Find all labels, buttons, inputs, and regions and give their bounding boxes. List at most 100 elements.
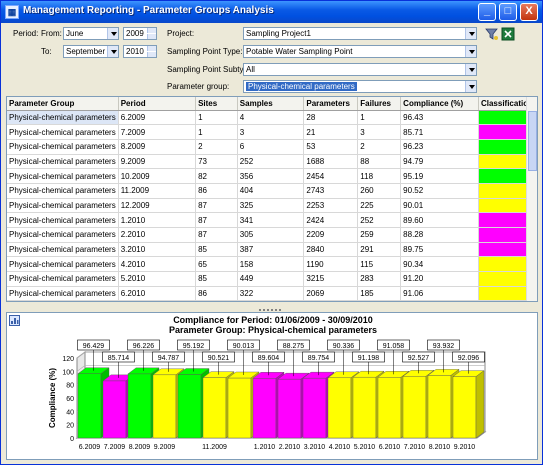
grid-vertical-scrollbar[interactable] (526, 97, 537, 301)
table-row[interactable]: Physical-chemical parameters 2.2010 87 305 2… (7, 227, 537, 243)
table-cell[interactable]: 90.52 (400, 183, 479, 199)
table-cell[interactable]: 2454 (303, 168, 359, 184)
table-cell[interactable]: Physical-chemical parameters (7, 256, 119, 273)
table-cell[interactable]: Physical-chemical parameters (7, 110, 119, 126)
table-cell[interactable]: 3.2010 (118, 242, 197, 258)
table-row[interactable]: Physical-chemical parameters 6.2010 86 322 2… (7, 286, 537, 301)
table-cell[interactable]: 21 (303, 124, 359, 140)
table-cell[interactable]: 1 (357, 110, 402, 126)
table-row[interactable]: Physical-chemical parameters 12.2009 87 325… (7, 198, 537, 214)
col-header-compliance[interactable]: Compliance (%) (400, 97, 479, 111)
table-row[interactable]: Physical-chemical parameters 11.2009 86 404… (7, 183, 537, 199)
table-cell[interactable]: 170 (357, 300, 402, 301)
table-cell[interactable]: Physical-chemical parameters (7, 168, 119, 184)
table-cell[interactable]: 12.2009 (118, 198, 197, 214)
table-cell[interactable]: 87 (195, 198, 238, 214)
table-cell[interactable]: 259 (357, 227, 402, 243)
table-cell[interactable]: 6.2010 (118, 286, 197, 301)
sampling-point-subtype-select[interactable]: All (243, 63, 477, 76)
table-cell[interactable]: 356 (237, 168, 305, 184)
table-cell[interactable]: Physical-chemical parameters (7, 154, 119, 170)
table-cell[interactable]: Physical-chemical parameters (7, 242, 119, 258)
table-cell[interactable]: Physical-chemical parameters (7, 139, 119, 155)
table-cell[interactable]: 91.06 (400, 286, 479, 301)
table-cell[interactable]: 9.2009 (118, 154, 197, 170)
table-cell[interactable]: 185 (357, 286, 402, 301)
table-cell[interactable]: 11.2009 (118, 183, 197, 199)
table-cell[interactable]: 89.60 (400, 212, 479, 228)
table-row[interactable]: Physical-chemical parameters 4.2010 65 158 1… (7, 256, 537, 273)
table-cell[interactable]: 96.43 (400, 110, 479, 126)
table-cell[interactable]: 3 (357, 124, 402, 140)
table-cell[interactable]: 89.75 (400, 242, 479, 258)
chevron-down-icon[interactable] (465, 46, 476, 57)
chevron-down-icon[interactable] (107, 46, 118, 57)
table-cell[interactable]: 88.28 (400, 227, 479, 243)
table-cell[interactable]: 291 (357, 242, 402, 258)
table-cell[interactable]: 260 (357, 183, 402, 199)
table-cell[interactable]: 252 (357, 212, 402, 228)
table-cell[interactable]: 6 (237, 139, 305, 155)
table-cell[interactable]: 10.2009 (118, 168, 197, 184)
table-cell[interactable]: 53 (303, 139, 359, 155)
table-cell[interactable]: 2275 (303, 300, 359, 301)
table-cell[interactable]: 7.2009 (118, 124, 197, 140)
to-year-spinner[interactable]: 2010 (123, 45, 157, 58)
pane-splitter[interactable] (1, 305, 542, 311)
table-cell[interactable]: 90.34 (400, 256, 479, 273)
table-cell[interactable]: 3 (237, 124, 305, 140)
table-cell[interactable]: Physical-chemical parameters (7, 124, 119, 140)
project-select[interactable]: Sampling Project1 (243, 27, 477, 40)
chevron-down-icon[interactable] (465, 81, 476, 92)
spin-down-icon[interactable] (147, 34, 156, 39)
table-cell[interactable]: 2 (195, 139, 238, 155)
table-cell[interactable]: 283 (357, 271, 402, 287)
table-cell[interactable]: 1190 (303, 256, 359, 273)
table-cell[interactable]: 1 (195, 124, 238, 140)
table-cell[interactable]: 118 (357, 168, 402, 184)
table-cell[interactable]: 6.2009 (118, 110, 197, 126)
table-cell[interactable]: 2.2010 (118, 227, 197, 243)
table-cell[interactable]: 85 (195, 242, 238, 258)
excel-icon[interactable] (501, 27, 515, 41)
funnel-icon[interactable] (485, 27, 499, 41)
table-cell[interactable]: Physical-chemical parameters (7, 212, 119, 228)
table-cell[interactable]: 252 (237, 154, 305, 170)
table-row[interactable]: Physical-chemical parameters 5.2010 85 449 3… (7, 271, 537, 287)
parameter-group-select[interactable]: Physical-chemical parameters (243, 80, 477, 93)
table-cell[interactable]: 449 (237, 271, 305, 287)
table-cell[interactable]: 95.19 (400, 168, 479, 184)
table-cell[interactable]: 2840 (303, 242, 359, 258)
col-header-period[interactable]: Period (118, 97, 197, 111)
table-cell[interactable]: 341 (237, 212, 305, 228)
table-cell[interactable]: 158 (237, 256, 305, 273)
table-cell[interactable]: 94.79 (400, 154, 479, 170)
table-cell[interactable]: 387 (237, 242, 305, 258)
table-row[interactable]: Physical-chemical parameters 7.2009 1 3 21 3 8… (7, 124, 537, 140)
table-cell[interactable]: Physical-chemical parameters (7, 286, 119, 301)
table-cell[interactable]: 5.2010 (118, 271, 197, 287)
table-cell[interactable]: Physical-chemical parameters (7, 183, 119, 199)
table-cell[interactable]: 8.2009 (118, 139, 197, 155)
minimize-button[interactable]: _ (478, 3, 496, 21)
table-cell[interactable]: 88 (357, 154, 402, 170)
table-cell[interactable]: 92.53 (400, 300, 479, 301)
table-cell[interactable]: 87 (195, 227, 238, 243)
table-cell[interactable]: 3215 (303, 271, 359, 287)
table-cell[interactable]: 325 (237, 300, 305, 301)
table-cell[interactable]: 4.2010 (118, 256, 197, 273)
col-header-sites[interactable]: Sites (195, 97, 238, 111)
table-row[interactable]: Physical-chemical parameters 6.2009 1 4 28 1 9… (7, 110, 537, 126)
col-header-parameters[interactable]: Parameters (303, 97, 359, 111)
table-cell[interactable]: 404 (237, 183, 305, 199)
spin-down-icon[interactable] (147, 52, 156, 57)
from-month-select[interactable]: June (63, 27, 119, 40)
table-cell[interactable]: 28 (303, 110, 359, 126)
table-cell[interactable]: 322 (237, 286, 305, 301)
sampling-point-type-select[interactable]: Potable Water Sampling Point (243, 45, 477, 58)
table-row[interactable]: Physical-chemical parameters 3.2010 85 387 2… (7, 242, 537, 258)
table-row[interactable]: Physical-chemical parameters 1.2010 87 341 2… (7, 212, 537, 228)
chevron-down-icon[interactable] (107, 28, 118, 39)
table-cell[interactable]: Physical-chemical parameters (7, 198, 119, 214)
table-row[interactable]: Physical-chemical parameters 8.2009 2 6 53 2 9… (7, 139, 537, 155)
